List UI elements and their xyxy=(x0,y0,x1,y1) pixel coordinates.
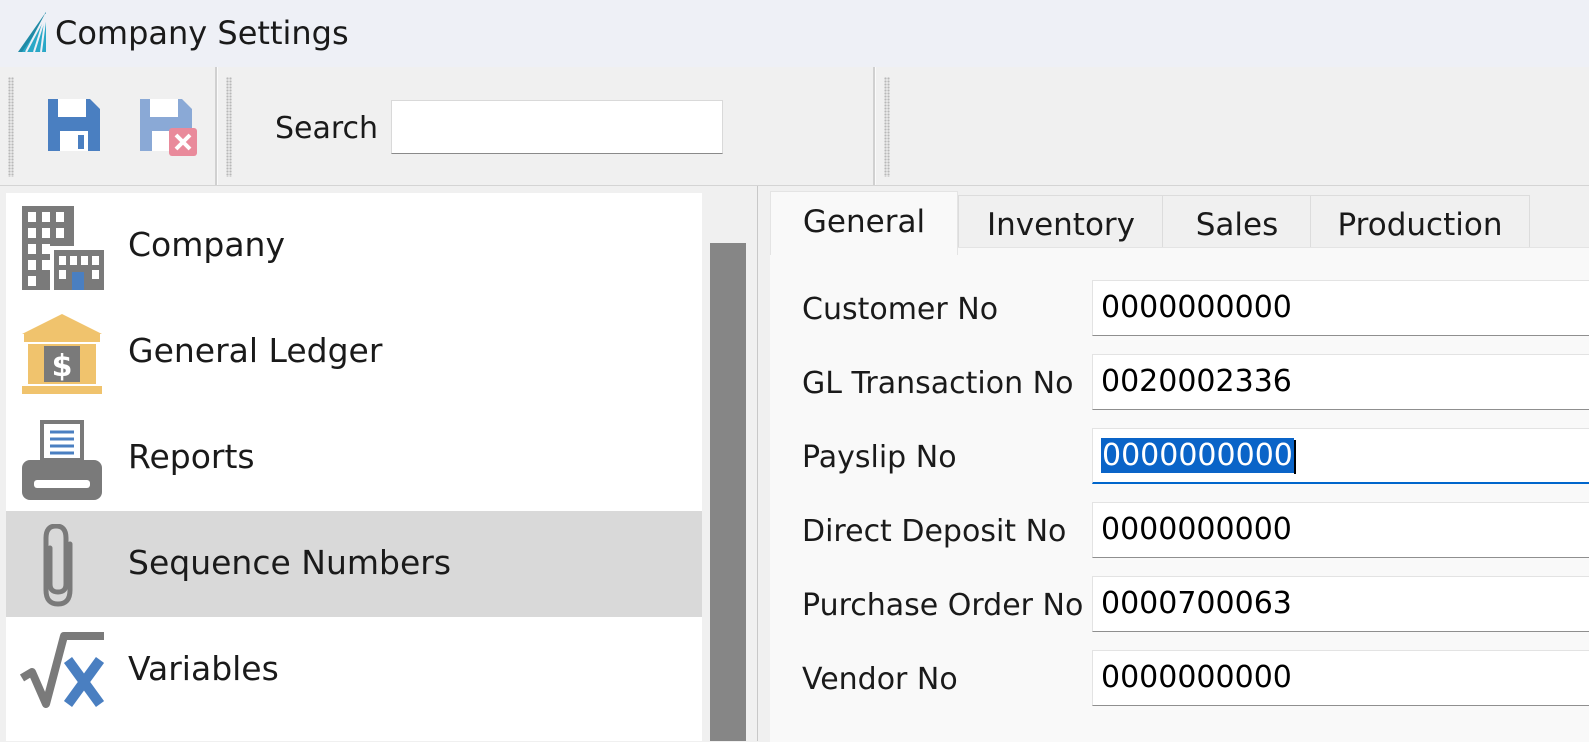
svg-text:$: $ xyxy=(52,349,73,384)
field-label: Purchase Order No xyxy=(802,588,1084,623)
gl-transaction-no-input[interactable]: 0020002336 xyxy=(1092,354,1589,410)
purchase-order-no-input[interactable]: 0000700063 xyxy=(1092,576,1589,632)
printer-icon xyxy=(22,420,102,500)
direct-deposit-no-input[interactable]: 0000000000 xyxy=(1092,502,1589,558)
building-icon xyxy=(22,206,104,290)
selected-text: 0000000000 xyxy=(1101,438,1294,473)
nav-item-variables[interactable]: Variables xyxy=(6,617,702,723)
tab-bar: General Inventory Sales Production xyxy=(770,191,1589,255)
field-label: Customer No xyxy=(802,292,999,327)
paperclip-icon xyxy=(43,524,73,607)
field-label: Direct Deposit No xyxy=(802,514,1067,549)
nav-list: Company $ General Ledger Reports Sequenc… xyxy=(6,193,702,741)
field-label: Payslip No xyxy=(802,440,957,475)
save-icon xyxy=(48,99,100,151)
nav-item-label: General Ledger xyxy=(128,331,383,370)
save-cancel-icon xyxy=(140,99,197,156)
nav-scrollbar-thumb[interactable] xyxy=(710,243,746,741)
field-label: GL Transaction No xyxy=(802,366,1074,401)
nav-item-general-ledger[interactable]: $ General Ledger xyxy=(6,299,702,405)
nav-item-reports[interactable]: Reports xyxy=(6,405,702,511)
vendor-no-input[interactable]: 0000000000 xyxy=(1092,650,1589,706)
customer-no-input[interactable]: 0000000000 xyxy=(1092,280,1589,336)
settings-panel: General Inventory Sales Production Custo… xyxy=(758,186,1589,742)
toolbar-separator xyxy=(215,67,218,185)
nav-item-label: Sequence Numbers xyxy=(128,543,452,582)
tab-page-general: Customer No 0000000000 GL Transaction No… xyxy=(770,247,1589,742)
nav-item-label: Reports xyxy=(128,437,255,476)
toolbar-grip[interactable] xyxy=(226,77,232,177)
settings-nav: Company $ General Ledger Reports Sequenc… xyxy=(0,186,758,741)
nav-item-sequence-numbers[interactable]: Sequence Numbers xyxy=(6,511,702,617)
save-button[interactable] xyxy=(44,95,104,155)
toolbar-separator xyxy=(873,67,876,185)
toolbar-grip[interactable] xyxy=(8,77,14,177)
window-title: Company Settings xyxy=(55,14,349,52)
field-label: Vendor No xyxy=(802,662,958,697)
toolbar-grip[interactable] xyxy=(884,77,890,177)
app-logo-icon xyxy=(18,12,47,53)
tab-general[interactable]: General xyxy=(770,191,958,255)
search-input[interactable] xyxy=(391,100,723,154)
bank-icon: $ xyxy=(22,314,102,394)
search-label: Search xyxy=(275,111,379,146)
cancel-save-button[interactable] xyxy=(136,95,197,156)
nav-item-company[interactable]: Company xyxy=(6,193,702,299)
tab-sales[interactable]: Sales xyxy=(1162,195,1312,253)
text-caret xyxy=(1293,439,1296,474)
nav-item-label: Variables xyxy=(128,649,279,688)
nav-item-label: Company xyxy=(128,225,285,264)
title-bar: Company Settings xyxy=(0,0,1589,67)
tab-production[interactable]: Production xyxy=(1310,195,1530,253)
square-root-x-icon xyxy=(20,632,104,708)
toolbar: Search xyxy=(0,67,1589,186)
tab-inventory[interactable]: Inventory xyxy=(958,195,1164,253)
payslip-no-input[interactable]: 0000000000 xyxy=(1092,428,1589,484)
